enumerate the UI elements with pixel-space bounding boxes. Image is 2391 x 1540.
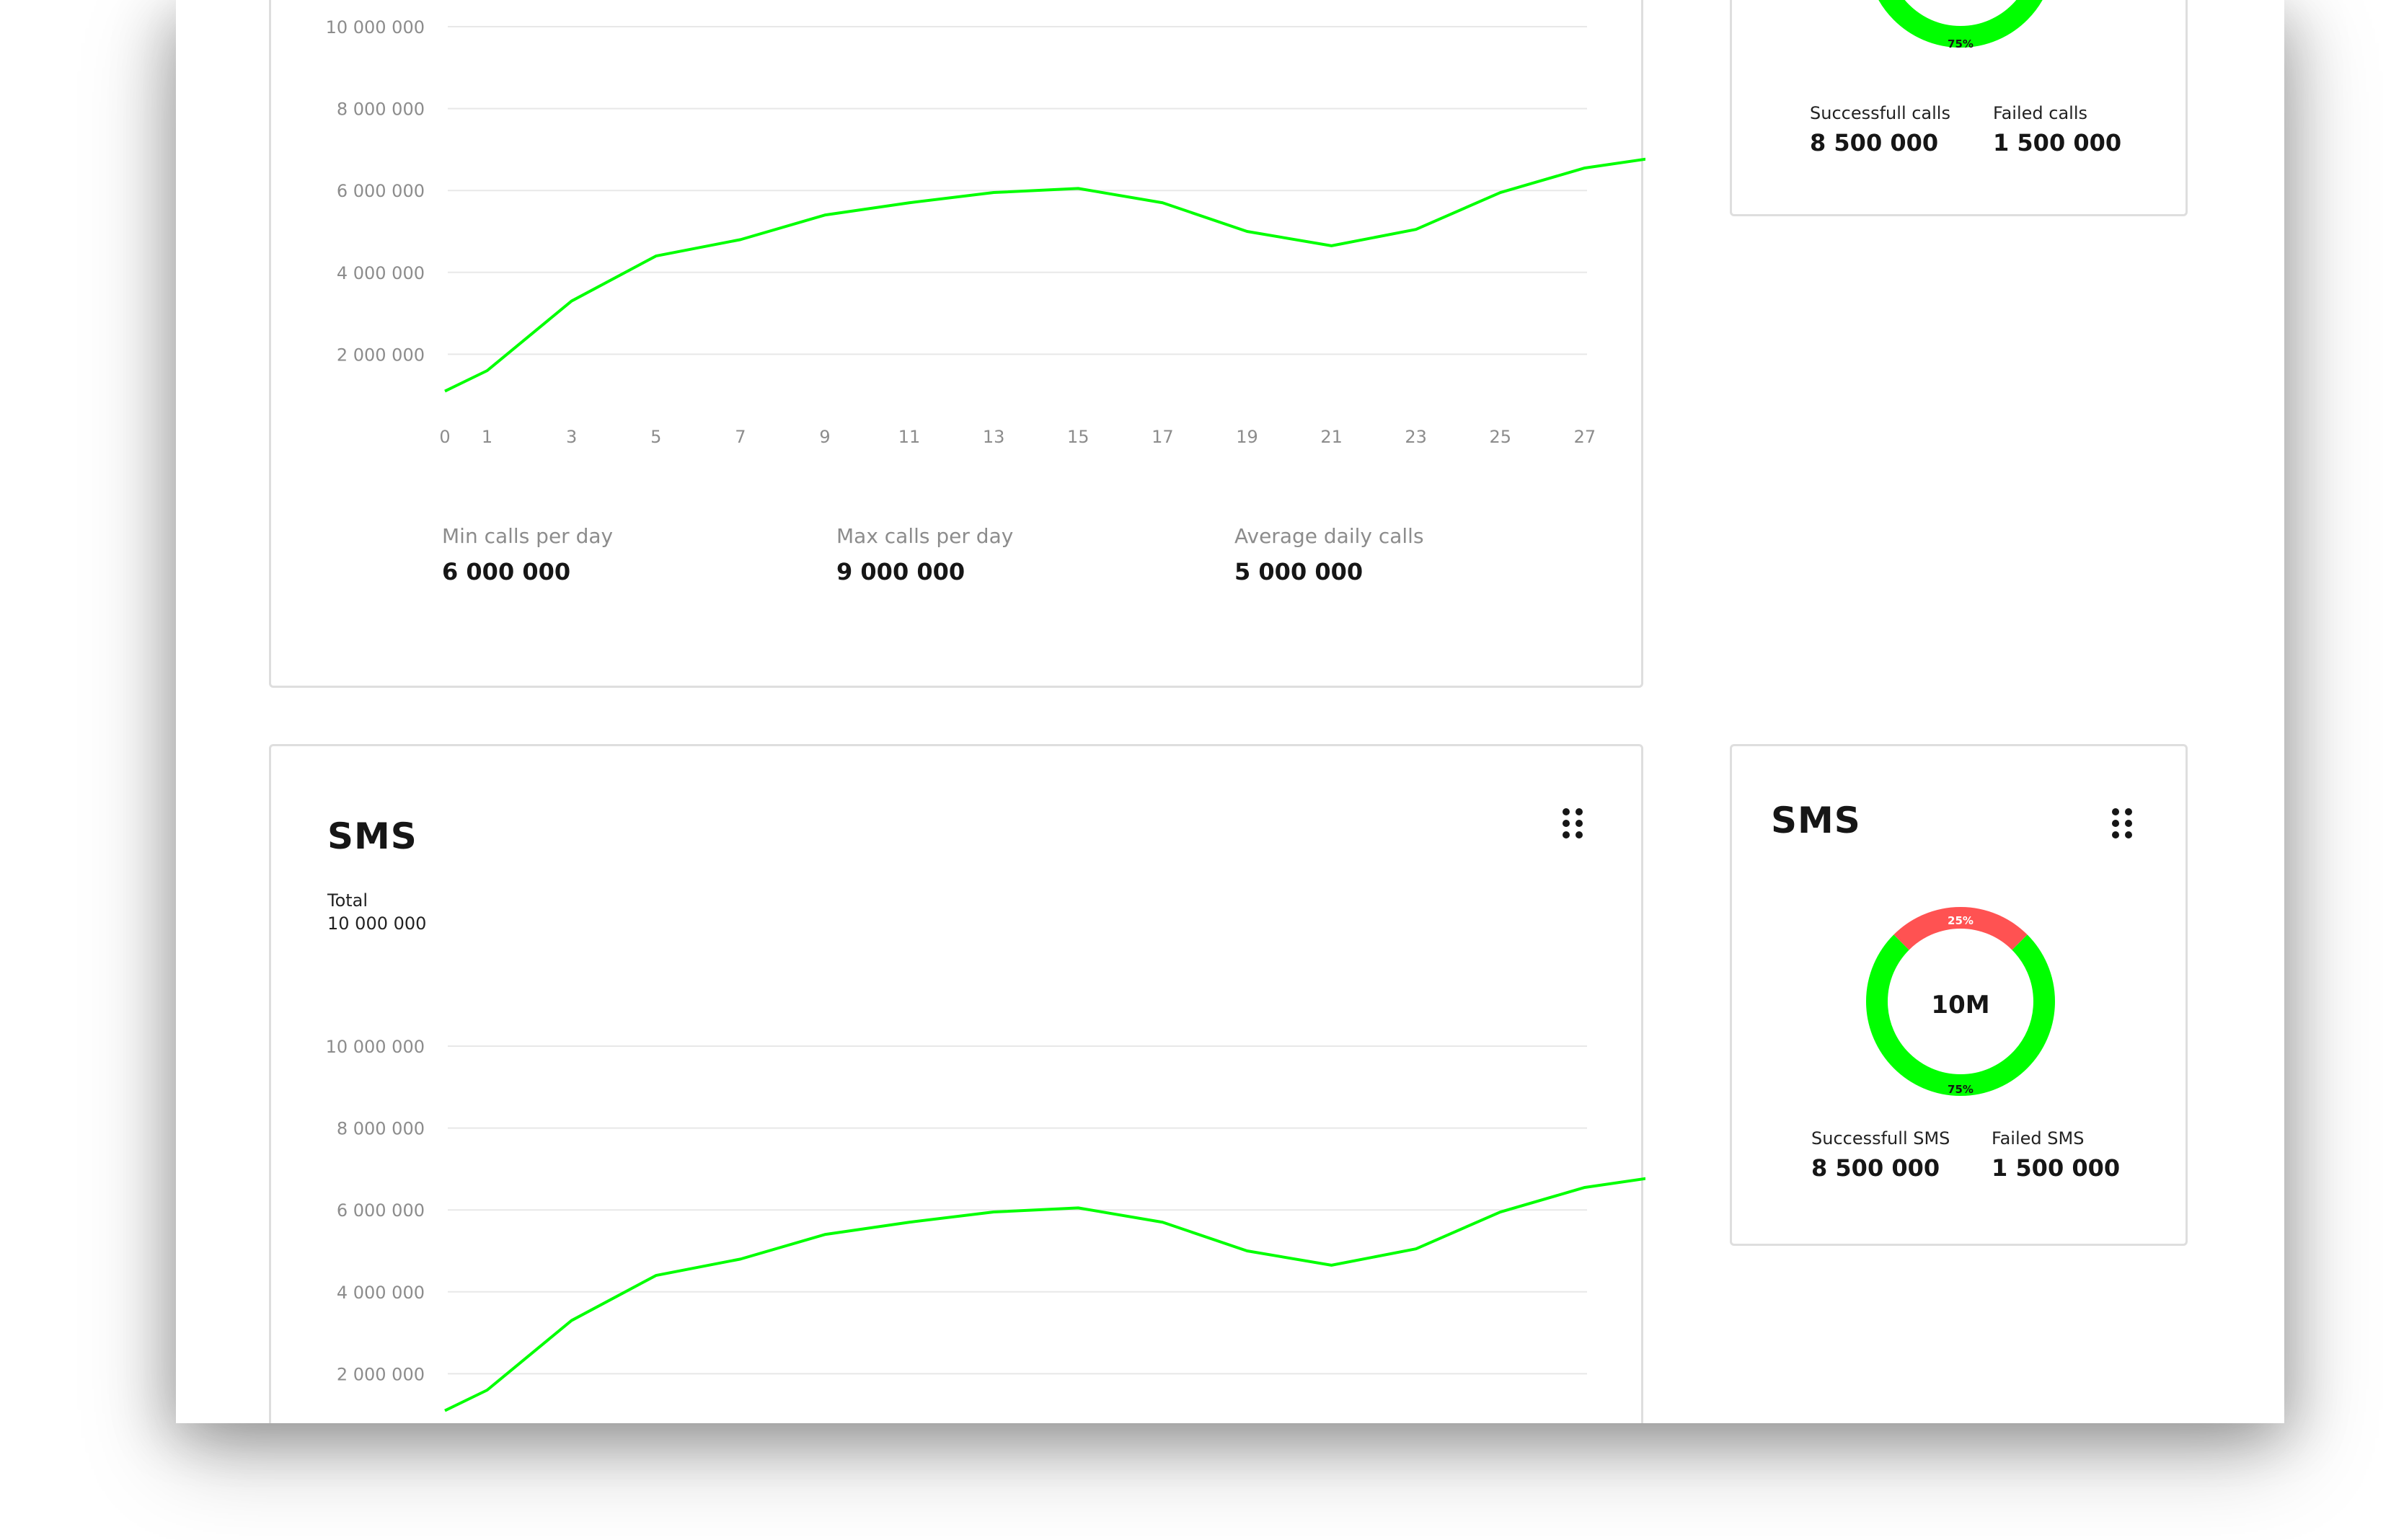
- sms-donut-chart: 10M 25% 75%: [1866, 907, 2055, 1096]
- x-tick-label: 7: [735, 427, 746, 447]
- failed-calls-stat: Failed calls 1 500 000: [1993, 103, 2121, 156]
- sms-line-chart: 10 000 000 8 000 000 6 000 000 4 000 000 2 0…: [326, 1037, 1645, 1412]
- x-tick-label: 3: [566, 427, 577, 447]
- avg-calls-label: Average daily calls: [1234, 524, 1424, 548]
- failed-sms-stat: Failed SMS 1 500 000: [1992, 1128, 2120, 1182]
- y-tick-label: 4 000 000: [337, 263, 425, 283]
- x-tick-label: 1: [482, 427, 492, 447]
- successful-sms-label: Successfull SMS: [1811, 1128, 1950, 1149]
- success-percent-label: 75%: [1948, 37, 1974, 50]
- x-tick-label: 17: [1152, 427, 1174, 447]
- y-tick-label: 4 000 000: [337, 1283, 425, 1303]
- min-calls-value: 6 000 000: [442, 558, 571, 585]
- y-tick-label: 2 000 000: [337, 345, 425, 365]
- y-tick-label: 8 000 000: [337, 99, 425, 120]
- sms-line-card: SMS Total 10 000 000 10 000 000 8 000 000…: [269, 744, 1645, 1423]
- successful-sms-stat: Successfull SMS 8 500 000: [1811, 1128, 1950, 1182]
- y-tick-label: 6 000 000: [337, 1200, 425, 1221]
- min-calls-label: Min calls per day: [442, 524, 614, 548]
- failed-sms-label: Failed SMS: [1992, 1128, 2085, 1149]
- max-calls-stat: Max calls per day 9 000 000: [836, 524, 1013, 585]
- max-calls-value: 9 000 000: [836, 558, 965, 585]
- x-tick-label: 19: [1236, 427, 1258, 447]
- dashboard-page: 10 000 000 8 000 000 6 000 000 4 000 000 2 0…: [176, 0, 2284, 1423]
- x-tick-label: 5: [650, 427, 661, 447]
- x-tick-label: 13: [983, 427, 1005, 447]
- sms-donut-card: SMS 10M 25% 75% Successfull SMS 8 500 000 …: [1730, 744, 2188, 1246]
- successful-calls-value: 8 500 000: [1810, 129, 1939, 156]
- success-arc: [1878, 0, 2043, 48]
- x-tick-label: 11: [898, 427, 921, 447]
- calls-donut-card: 75% Successfull calls 8 500 000 Failed c…: [1730, 0, 2188, 216]
- avg-calls-stat: Average daily calls 5 000 000: [1234, 524, 1424, 585]
- y-tick-label: 8 000 000: [337, 1119, 425, 1139]
- failed-calls-value: 1 500 000: [1993, 129, 2122, 156]
- x-tick-label: 25: [1490, 427, 1512, 447]
- calls-line-card: 10 000 000 8 000 000 6 000 000 4 000 000 2 0…: [269, 0, 1645, 688]
- y-tick-label: 10 000 000: [326, 17, 425, 37]
- y-tick-label: 2 000 000: [337, 1364, 425, 1384]
- y-tick-label: 10 000 000: [326, 1037, 425, 1057]
- calls-line-chart: 10 000 000 8 000 000 6 000 000 4 000 000 2 0…: [326, 17, 1645, 447]
- max-calls-label: Max calls per day: [836, 524, 1014, 548]
- failed-percent-label: 25%: [1948, 914, 1974, 927]
- x-tick-label: 9: [819, 427, 830, 447]
- calls-donut-chart: 75%: [1878, 0, 2043, 50]
- donut-center-label: 10M: [1931, 991, 1989, 1019]
- x-tick-label: 15: [1067, 427, 1090, 447]
- x-tick-label: 0: [439, 427, 450, 447]
- failed-sms-value: 1 500 000: [1992, 1154, 2121, 1182]
- avg-calls-value: 5 000 000: [1234, 558, 1364, 585]
- x-tick-label: 27: [1574, 427, 1596, 447]
- x-tick-label: 21: [1320, 427, 1343, 447]
- min-calls-stat: Min calls per day 6 000 000: [442, 524, 613, 585]
- x-tick-label: 23: [1405, 427, 1427, 447]
- failed-calls-label: Failed calls: [1993, 103, 2088, 123]
- success-percent-label: 75%: [1948, 1083, 1974, 1096]
- y-tick-label: 6 000 000: [337, 181, 425, 201]
- successful-sms-value: 8 500 000: [1811, 1154, 1940, 1182]
- successful-calls-label: Successfull calls: [1810, 103, 1950, 123]
- successful-calls-stat: Successfull calls 8 500 000: [1810, 103, 1950, 156]
